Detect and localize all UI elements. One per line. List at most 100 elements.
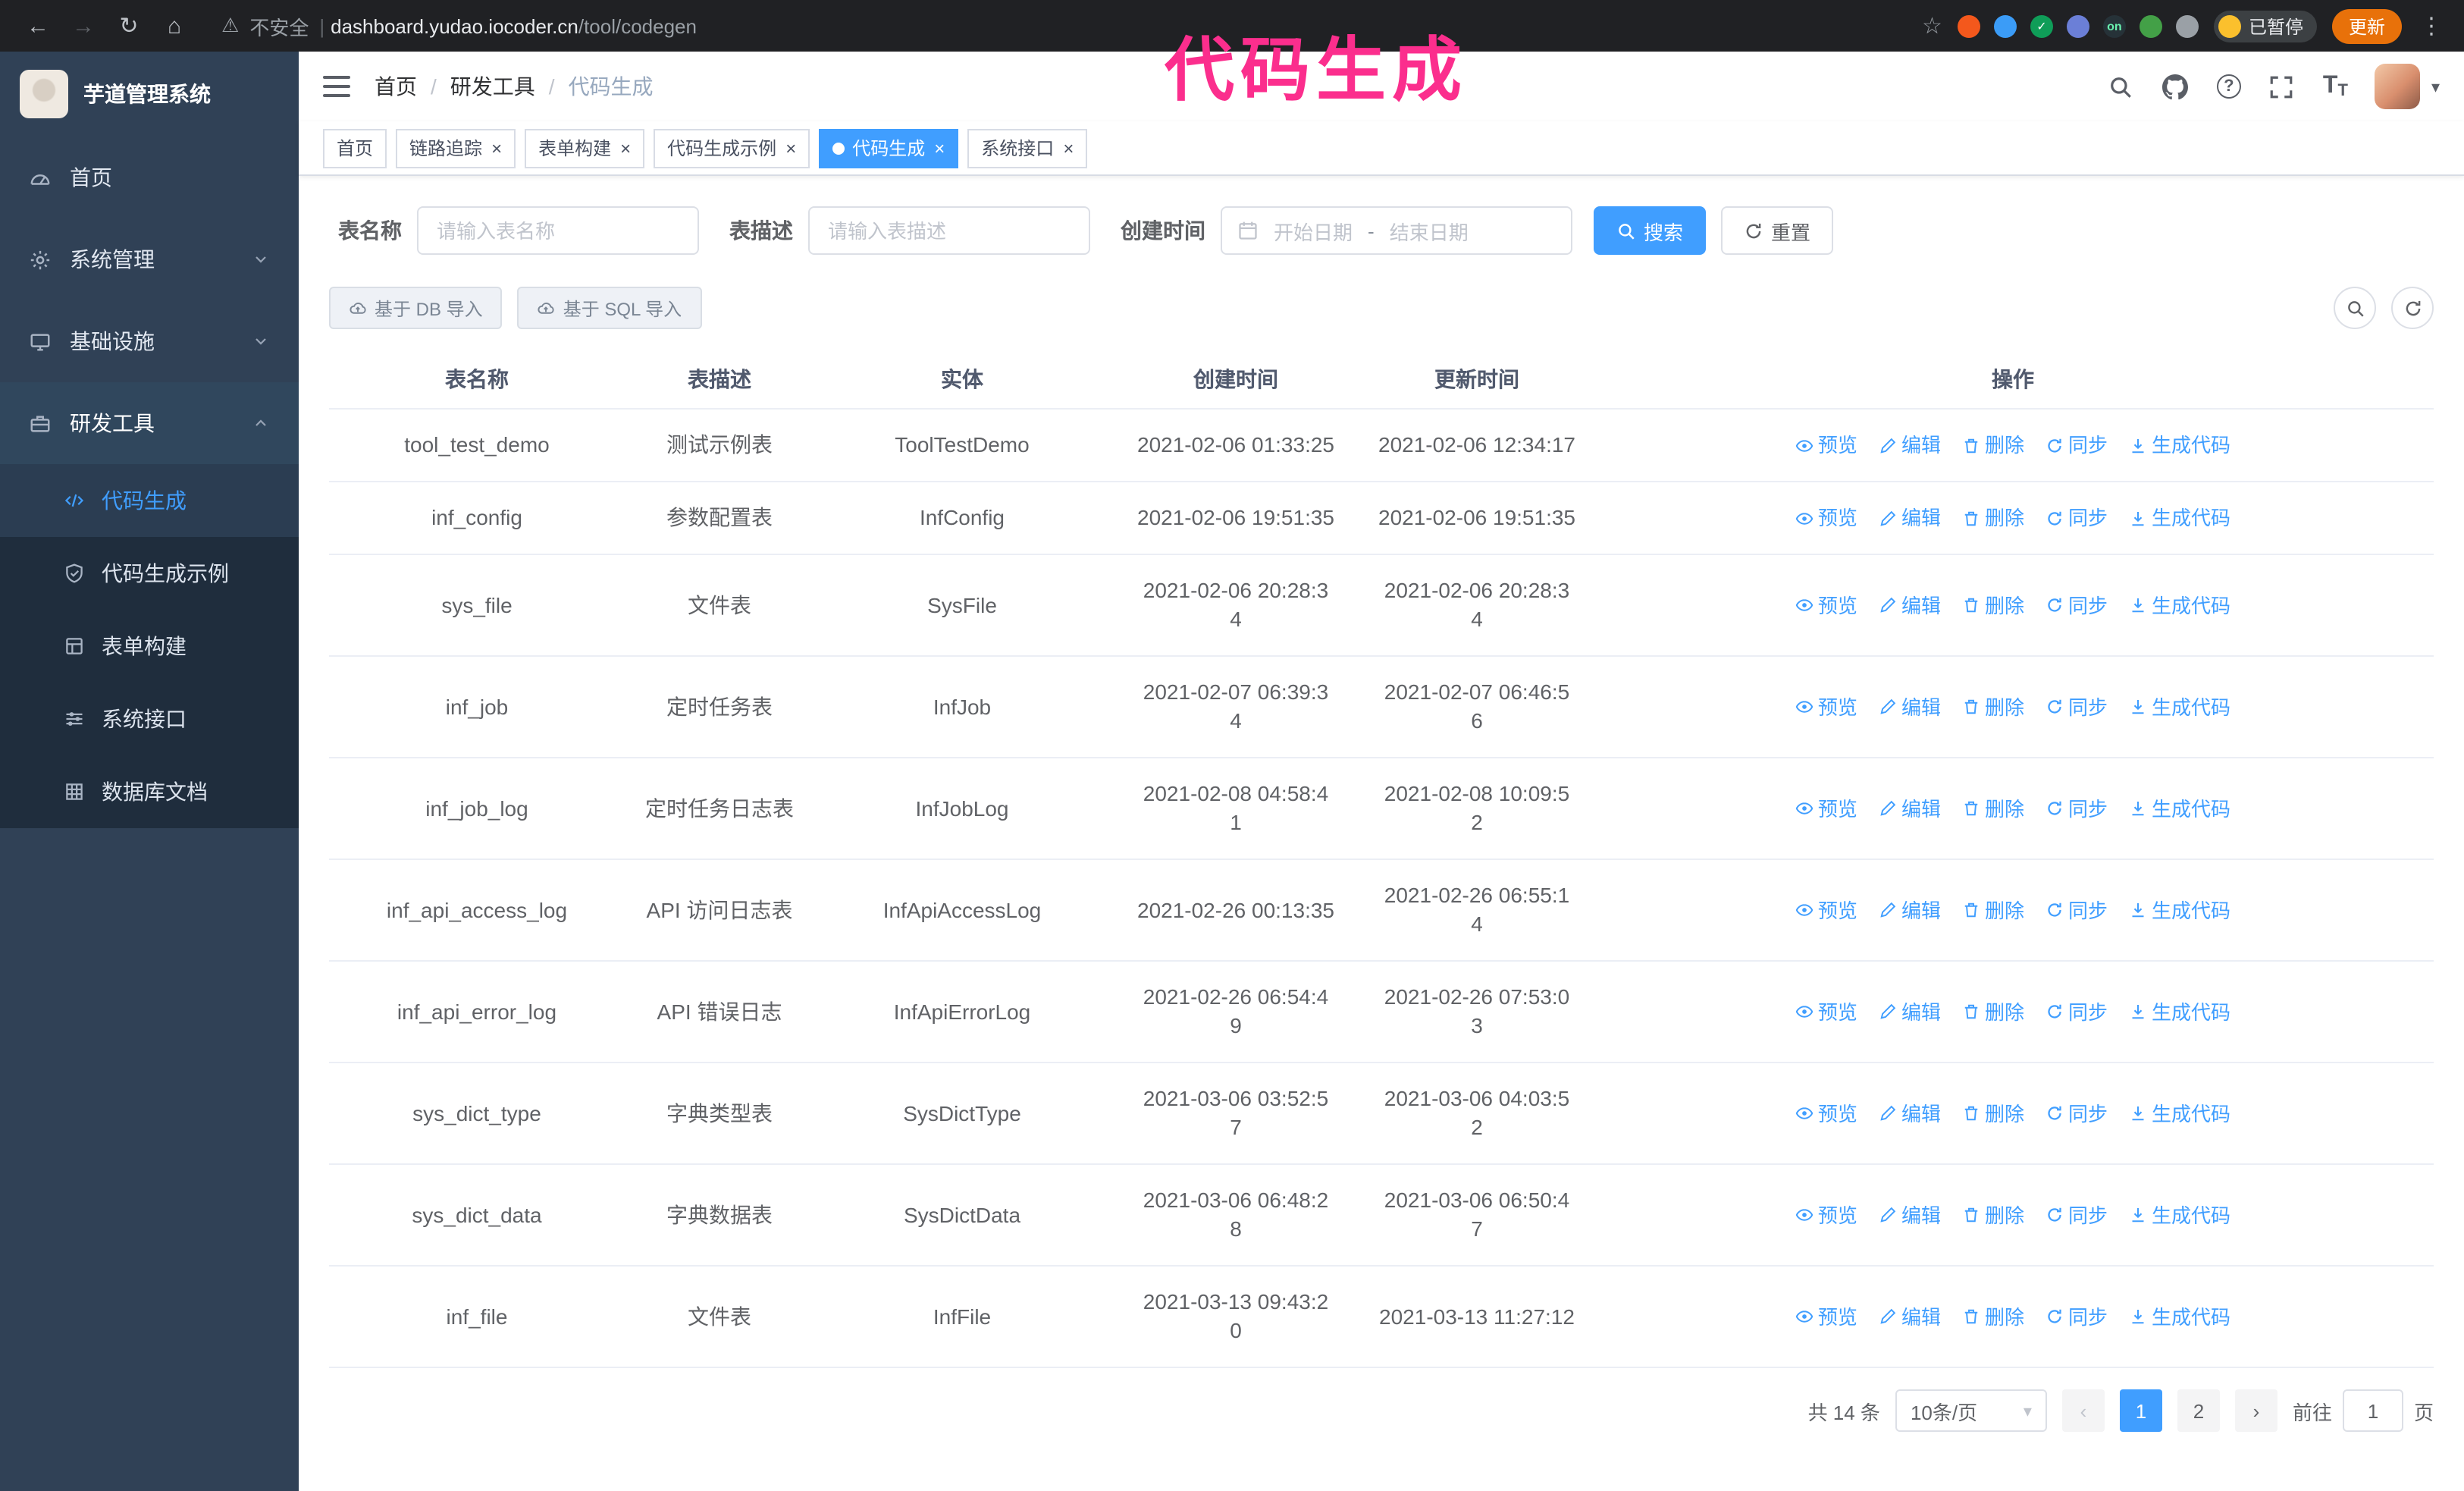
delete-action[interactable]: 删除 [1962, 692, 2024, 721]
preview-action[interactable]: 预览 [1795, 692, 1857, 721]
goto-page-input[interactable] [2342, 1389, 2403, 1432]
page-button-1[interactable]: 1 [2119, 1389, 2162, 1432]
reset-button[interactable]: 重置 [1721, 206, 1834, 255]
edit-action[interactable]: 编辑 [1879, 896, 1941, 924]
puzzle-extension-icon[interactable] [2175, 14, 2199, 37]
breadcrumb-dev-tools[interactable]: 研发工具 [450, 71, 535, 102]
tab-codegen[interactable]: 代码生成 × [819, 128, 959, 168]
back-icon[interactable]: ← [18, 6, 58, 46]
sidebar-item-dev-tools[interactable]: 研发工具 [0, 382, 299, 464]
check-extension-icon[interactable]: ✓ [2030, 14, 2053, 37]
generate-code-action[interactable]: 生成代码 [2129, 1201, 2230, 1229]
table-name-input[interactable] [417, 206, 699, 255]
security-indicator[interactable]: ⚠ 不安全 | [221, 11, 324, 40]
font-size-icon[interactable]: TT [2323, 73, 2348, 100]
reload-icon[interactable]: ↻ [109, 6, 149, 46]
close-icon[interactable]: × [1063, 139, 1074, 157]
preview-action[interactable]: 预览 [1795, 1099, 1857, 1128]
preview-action[interactable]: 预览 [1795, 794, 1857, 823]
delete-action[interactable]: 删除 [1962, 591, 2024, 620]
close-icon[interactable]: × [934, 139, 945, 157]
forward-icon[interactable]: → [64, 6, 103, 46]
preview-action[interactable]: 预览 [1795, 504, 1857, 532]
edit-action[interactable]: 编辑 [1879, 431, 1941, 460]
sync-action[interactable]: 同步 [2045, 1099, 2108, 1128]
preview-action[interactable]: 预览 [1795, 896, 1857, 924]
search-button[interactable]: 搜索 [1594, 206, 1707, 255]
refresh-table-button[interactable] [2391, 287, 2434, 329]
edit-action[interactable]: 编辑 [1879, 997, 1941, 1026]
breadcrumb-home[interactable]: 首页 [375, 71, 417, 102]
generate-code-action[interactable]: 生成代码 [2129, 1099, 2230, 1128]
preview-action[interactable]: 预览 [1795, 591, 1857, 620]
browser-home-icon[interactable]: ⌂ [155, 6, 194, 46]
help-icon[interactable]: ? [2216, 74, 2241, 99]
delete-action[interactable]: 删除 [1962, 997, 2024, 1026]
preview-action[interactable]: 预览 [1795, 1201, 1857, 1229]
generate-code-action[interactable]: 生成代码 [2129, 997, 2230, 1026]
delete-action[interactable]: 删除 [1962, 1099, 2024, 1128]
sidebar-item-home[interactable]: 首页 [0, 137, 299, 218]
delete-action[interactable]: 删除 [1962, 896, 2024, 924]
generate-code-action[interactable]: 生成代码 [2129, 504, 2230, 532]
tab-trace[interactable]: 链路追踪 × [396, 128, 516, 168]
table-desc-input[interactable] [808, 206, 1090, 255]
fullscreen-icon[interactable] [2268, 73, 2296, 100]
tab-home[interactable]: 首页 [323, 128, 387, 168]
tab-form-builder[interactable]: 表单构建 × [525, 128, 645, 168]
sidebar-item-api[interactable]: 系统接口 [0, 683, 299, 755]
header-search-icon[interactable] [2108, 73, 2135, 100]
sync-action[interactable]: 同步 [2045, 896, 2108, 924]
generate-code-action[interactable]: 生成代码 [2129, 431, 2230, 460]
profile-paused-badge[interactable]: 已暂停 [2213, 10, 2317, 42]
edit-action[interactable]: 编辑 [1879, 504, 1941, 532]
delete-action[interactable]: 删除 [1962, 1302, 2024, 1331]
import-sql-button[interactable]: 基于 SQL 导入 [517, 287, 702, 329]
close-icon[interactable]: × [491, 139, 502, 157]
preview-action[interactable]: 预览 [1795, 1302, 1857, 1331]
tab-codegen-example[interactable]: 代码生成示例 × [654, 128, 810, 168]
edit-action[interactable]: 编辑 [1879, 1099, 1941, 1128]
sidebar-item-infrastructure[interactable]: 基础设施 [0, 300, 299, 382]
github-icon[interactable] [2162, 73, 2190, 100]
sidebar-item-codegen-example[interactable]: 代码生成示例 [0, 537, 299, 610]
date-range-picker[interactable]: 开始日期 - 结束日期 [1221, 206, 1572, 255]
sync-action[interactable]: 同步 [2045, 504, 2108, 532]
user-avatar[interactable]: ▾ [2375, 64, 2440, 109]
preview-action[interactable]: 预览 [1795, 997, 1857, 1026]
delete-action[interactable]: 删除 [1962, 794, 2024, 823]
generate-code-action[interactable]: 生成代码 [2129, 794, 2230, 823]
page-size-select[interactable]: 10条/页 ▾ [1895, 1389, 2047, 1432]
edit-action[interactable]: 编辑 [1879, 1302, 1941, 1331]
leaf-extension-icon[interactable] [2139, 14, 2162, 37]
sync-action[interactable]: 同步 [2045, 591, 2108, 620]
delete-action[interactable]: 删除 [1962, 1201, 2024, 1229]
edit-action[interactable]: 编辑 [1879, 591, 1941, 620]
sync-action[interactable]: 同步 [2045, 997, 2108, 1026]
sync-action[interactable]: 同步 [2045, 431, 2108, 460]
sync-action[interactable]: 同步 [2045, 794, 2108, 823]
sync-action[interactable]: 同步 [2045, 692, 2108, 721]
edit-action[interactable]: 编辑 [1879, 692, 1941, 721]
on-extension-icon[interactable]: on [2102, 14, 2126, 37]
next-page-button[interactable]: › [2234, 1389, 2277, 1432]
edit-action[interactable]: 编辑 [1879, 1201, 1941, 1229]
sidebar-item-codegen[interactable]: 代码生成 [0, 464, 299, 537]
bookmark-star-icon[interactable]: ☆ [1922, 12, 1942, 39]
close-icon[interactable]: × [785, 139, 796, 157]
sidebar-item-system[interactable]: 系统管理 [0, 218, 299, 300]
preview-action[interactable]: 预览 [1795, 431, 1857, 460]
lighthouse-extension-icon[interactable] [1957, 14, 1980, 37]
toggle-search-button[interactable] [2334, 287, 2376, 329]
sync-action[interactable]: 同步 [2045, 1302, 2108, 1331]
import-db-button[interactable]: 基于 DB 导入 [329, 287, 503, 329]
generate-code-action[interactable]: 生成代码 [2129, 896, 2230, 924]
edit-action[interactable]: 编辑 [1879, 794, 1941, 823]
address-bar[interactable]: dashboard.yudao.iocoder.cn/tool/codegen [331, 14, 697, 37]
generate-code-action[interactable]: 生成代码 [2129, 1302, 2230, 1331]
close-icon[interactable]: × [620, 139, 631, 157]
generate-code-action[interactable]: 生成代码 [2129, 692, 2230, 721]
update-button[interactable]: 更新 [2331, 8, 2402, 43]
people-extension-icon[interactable] [2066, 14, 2089, 37]
sidebar-item-form-builder[interactable]: 表单构建 [0, 610, 299, 683]
